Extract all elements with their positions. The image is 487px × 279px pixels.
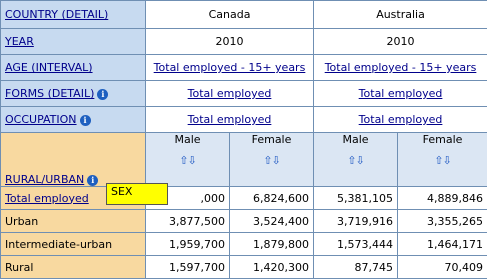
- table-row: Total employed ,000 6,824,600 5,381,105 …: [0, 186, 487, 210]
- forms-canada-link[interactable]: Total employed: [188, 87, 272, 100]
- sex-label: Male: [342, 133, 369, 147]
- sex-tooltip: SEX: [106, 183, 168, 205]
- col-header-male-canada: Male ⇧⇩: [145, 132, 230, 187]
- dim-age-link[interactable]: AGE (INTERVAL): [5, 61, 93, 74]
- cell: 4,889,846: [397, 186, 487, 210]
- cell: 6,824,600: [228, 186, 315, 210]
- cell: 1,573,444: [313, 232, 399, 256]
- info-icon[interactable]: i: [87, 174, 99, 186]
- dim-forms-link[interactable]: FORMS (DETAIL): [5, 87, 94, 100]
- dim-year-link[interactable]: YEAR: [5, 35, 34, 48]
- cell: 3,719,916: [313, 209, 399, 233]
- cell: 1,959,700: [145, 232, 230, 256]
- age-australia[interactable]: Total employed - 15+ years: [313, 54, 487, 81]
- cell: 1,464,171: [397, 232, 487, 256]
- row-label: Rural: [0, 255, 146, 279]
- sex-label: Female: [422, 133, 463, 147]
- country-canada: Canada: [144, 0, 315, 29]
- sort-icon[interactable]: ⇧⇩: [402, 154, 483, 167]
- table-row: Intermediate-urban 1,959,700 1,879,800 1…: [0, 232, 487, 256]
- age-australia-link[interactable]: Total employed - 15+ years: [325, 61, 477, 74]
- age-canada-link[interactable]: Total employed - 15+ years: [154, 61, 306, 74]
- cell: 1,420,300: [228, 255, 315, 279]
- year-australia: 2010: [313, 28, 487, 55]
- cell: 1,879,800: [228, 232, 315, 256]
- cell: 87,745: [313, 255, 399, 279]
- info-icon[interactable]: i: [79, 114, 91, 126]
- forms-canada[interactable]: Total employed: [144, 80, 315, 107]
- data-table: COUNTRY (DETAIL) Canada Australia YEAR 2…: [0, 0, 487, 279]
- dim-age[interactable]: AGE (INTERVAL): [0, 54, 146, 81]
- cell: 70,409: [397, 255, 487, 279]
- sort-icon[interactable]: ⇧⇩: [150, 154, 225, 167]
- country-australia: Australia: [313, 0, 487, 29]
- row-dim-link[interactable]: RURAL/URBAN: [5, 173, 84, 186]
- cell: 1,597,700: [145, 255, 230, 279]
- row-dim-header[interactable]: RURAL/URBAN i: [0, 132, 146, 187]
- occupation-australia[interactable]: Total employed: [313, 106, 487, 133]
- col-header-female-australia: Female ⇧⇩: [397, 132, 487, 187]
- age-canada[interactable]: Total employed - 15+ years: [144, 54, 315, 81]
- cell: 3,877,500: [145, 209, 230, 233]
- sex-label: Male: [174, 133, 201, 147]
- table-row: Rural 1,597,700 1,420,300 87,745 70,409: [0, 255, 487, 279]
- cell: 5,381,105: [313, 186, 399, 210]
- cell: 3,355,265: [397, 209, 487, 233]
- col-header-male-australia: Male ⇧⇩: [313, 132, 399, 187]
- row-label: Urban: [0, 209, 146, 233]
- sort-icon[interactable]: ⇧⇩: [318, 154, 393, 167]
- sort-icon[interactable]: ⇧⇩: [234, 154, 309, 167]
- forms-australia-link[interactable]: Total employed: [359, 87, 443, 100]
- table-row: Urban 3,877,500 3,524,400 3,719,916 3,35…: [0, 209, 487, 233]
- forms-australia[interactable]: Total employed: [313, 80, 487, 107]
- dim-forms[interactable]: FORMS (DETAIL) i: [0, 80, 146, 107]
- occupation-canada-link[interactable]: Total employed: [188, 113, 272, 126]
- dim-country[interactable]: COUNTRY (DETAIL): [0, 0, 146, 29]
- dim-year[interactable]: YEAR: [0, 28, 146, 55]
- occupation-australia-link[interactable]: Total employed: [359, 113, 443, 126]
- sex-label: Female: [251, 133, 292, 147]
- dim-country-link[interactable]: COUNTRY (DETAIL): [5, 8, 108, 21]
- row-label: Intermediate-urban: [0, 232, 146, 256]
- year-canada: 2010: [144, 28, 315, 55]
- row-label-link[interactable]: Total employed: [5, 192, 89, 205]
- dim-occupation[interactable]: OCCUPATION i: [0, 106, 146, 133]
- occupation-canada[interactable]: Total employed: [144, 106, 315, 133]
- col-header-female-canada: Female ⇧⇩: [228, 132, 315, 187]
- dim-occupation-link[interactable]: OCCUPATION: [5, 113, 77, 126]
- cell: 3,524,400: [228, 209, 315, 233]
- info-icon[interactable]: i: [97, 88, 109, 100]
